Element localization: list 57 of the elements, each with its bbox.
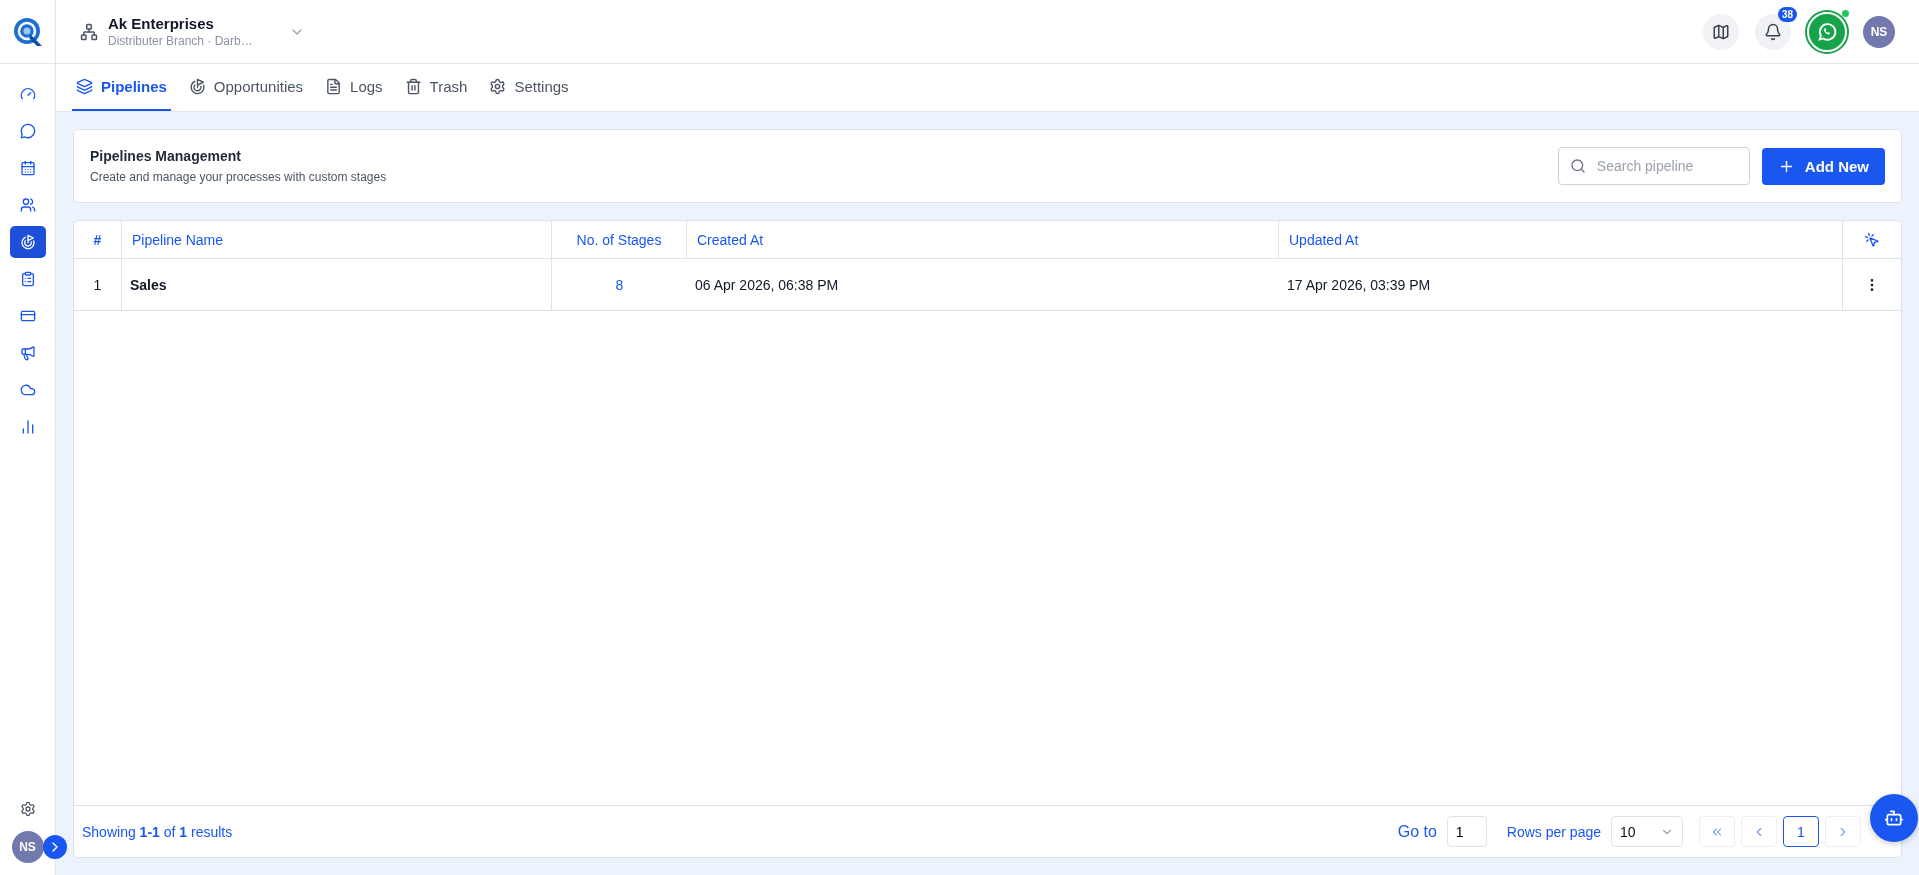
cursor-click-icon[interactable] — [1864, 231, 1880, 248]
settings-icon[interactable] — [19, 801, 36, 817]
branch-icon — [80, 22, 98, 41]
column-header: Pipeline Name — [122, 221, 552, 259]
table-cell: 8 — [552, 259, 687, 311]
panel-subtitle: Create and manage your processes with custom stages — [90, 170, 387, 184]
megaphone-icon — [19, 345, 36, 361]
map-button[interactable] — [1703, 13, 1739, 50]
settings-icon — [489, 78, 507, 95]
tab[interactable]: Opportunities — [184, 64, 308, 111]
notification-count: 38 — [1777, 6, 1797, 22]
map-icon — [1712, 22, 1730, 41]
add-new-button[interactable]: Add New — [1761, 147, 1885, 185]
results-summary: Showing 1-1 of 1 results — [82, 823, 233, 840]
table-cell: 06 Apr 2026, 06:38 PM — [687, 259, 1279, 311]
rows-per-page-select[interactable]: 10 — [1611, 816, 1683, 847]
assistant-button[interactable] — [1870, 794, 1918, 842]
target-icon — [188, 78, 206, 95]
column-header: Created At — [687, 221, 1279, 259]
whatsapp-button[interactable] — [1807, 11, 1847, 52]
column-header: Updated At — [1279, 221, 1843, 259]
tab[interactable]: Settings — [485, 64, 573, 111]
go-to-label: Go to — [1397, 822, 1437, 841]
target-icon — [19, 234, 36, 250]
page-button[interactable]: 1 — [1783, 816, 1819, 847]
chat-phone-icon — [1816, 20, 1838, 43]
bell-icon — [1764, 22, 1782, 41]
cloud-icon — [19, 382, 36, 398]
rows-per-page-label: Rows per page — [1506, 823, 1601, 840]
search-field[interactable]: Search pipeline — [1557, 147, 1750, 185]
user-avatar[interactable]: NS — [11, 831, 44, 863]
column-header: # — [74, 221, 122, 259]
organization-name: Ak Enterprises — [108, 15, 215, 32]
robot-icon — [1884, 808, 1904, 828]
sidebar-item[interactable] — [9, 226, 46, 258]
calendar-icon — [19, 160, 36, 176]
table-cell: 1 — [74, 259, 122, 311]
gauge-icon — [19, 86, 36, 102]
trash-icon — [404, 78, 422, 95]
table-cell: Sales — [122, 259, 552, 311]
chat-icon — [19, 123, 36, 139]
search-icon — [1569, 158, 1586, 174]
page-input[interactable]: 1 — [1446, 816, 1487, 847]
tab[interactable]: Logs — [321, 64, 387, 111]
contacts-icon — [19, 197, 36, 213]
card-icon — [19, 308, 36, 324]
clipboard-icon — [19, 271, 36, 287]
table-cell: 17 Apr 2026, 03:39 PM — [1279, 259, 1843, 311]
panel-title: Pipelines Management — [90, 148, 242, 164]
tab[interactable]: Trash — [400, 64, 472, 111]
expand-button[interactable] — [43, 835, 67, 859]
branch-name: Distributer Branch · Darb… — [108, 34, 253, 48]
document-icon — [325, 78, 343, 95]
user-avatar[interactable]: NS — [1863, 15, 1895, 48]
logo-icon — [11, 15, 44, 48]
layers-icon — [76, 78, 93, 95]
column-header: No. of Stages — [552, 221, 687, 259]
